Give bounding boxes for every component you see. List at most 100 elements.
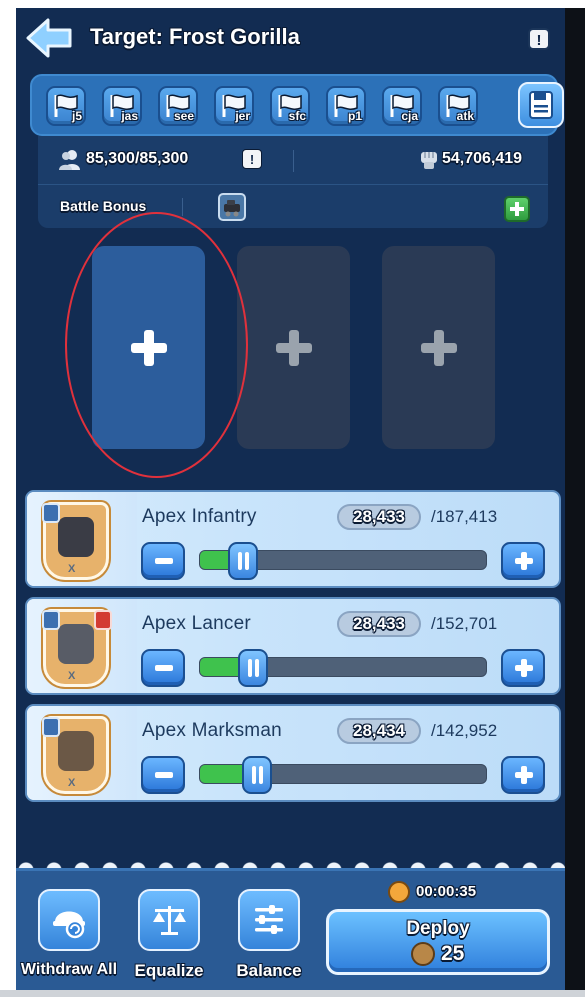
lancer-portrait: X [42,609,112,687]
balance-label: Balance [236,961,302,980]
plus-icon [276,330,312,366]
game-screen: Target: Frost Gorilla ! j5 jas see jer s… [16,8,565,990]
formation-label: see [173,109,194,123]
timer-icon [388,881,410,903]
troop-card-marksman: X Apex Marksman 28,434 /142,952 [25,704,561,802]
formation-label: jas [121,109,138,123]
deploy-label: Deploy [406,918,470,939]
shield-icon [42,503,60,523]
troop-max: /142,952 [431,721,498,740]
soldiers-icon [59,150,80,170]
troop-max: /152,701 [431,614,498,633]
march-timer: 00:00:35 [416,883,477,900]
balance-button[interactable] [238,889,300,951]
divider [38,184,548,185]
window-edge [0,990,585,997]
stamina-icon [411,942,435,966]
equalize-label: Equalize [134,961,204,980]
formation-label: sfc [288,109,306,123]
decrease-button[interactable] [141,756,185,794]
marksman-portrait: X [42,716,109,794]
plus-icon [515,766,533,784]
increase-button[interactable] [501,756,545,794]
formation-button-jer[interactable]: jer [214,86,254,126]
decrease-button[interactable] [141,649,185,687]
troop-capacity-value: 85,300/85,300 [86,150,189,167]
formation-button-cja[interactable]: cja [382,86,422,126]
portrait-mark: X [68,670,76,682]
formation-button-p1[interactable]: p1 [326,86,366,126]
save-icon [529,91,553,119]
formation-label: jer [235,109,250,123]
increase-button[interactable] [501,542,545,580]
rank-badge-icon [94,610,112,630]
troop-slider[interactable] [199,756,487,794]
troop-name: Apex Lancer [142,613,251,634]
minus-icon [155,772,173,778]
formation-button-see[interactable]: see [158,86,198,126]
troop-name: Apex Infantry [142,506,257,527]
rank-badge-icon [42,610,60,630]
troop-name: Apex Marksman [142,720,282,741]
deploy-button[interactable]: Deploy 25 [326,909,550,975]
power-value: 54,706,419 [442,150,523,167]
battle-bonus-item-icon[interactable] [218,193,246,221]
goggles-icon [58,731,94,771]
minus-icon [155,665,173,671]
formation-button-j5[interactable]: j5 [46,86,86,126]
hero-slot-2[interactable] [237,246,350,449]
troop-slider[interactable] [199,542,487,580]
increase-button[interactable] [501,649,545,687]
add-bonus-button[interactable] [504,196,530,222]
knight-helmet-icon [58,517,94,557]
formation-button-sfc[interactable]: sfc [270,86,310,126]
bottom-action-bar: Withdraw All Equalize Balance 00:00:35 D… [16,868,565,990]
troop-capacity: 85,300/85,300 ! [58,148,262,172]
formation-button-atk[interactable]: atk [438,86,478,126]
battle-bonus-label: Battle Bonus [60,198,147,214]
portrait-mark: X [68,777,76,789]
plus-icon [131,330,167,366]
helmet-withdraw-icon [53,911,85,939]
troop-max: /187,413 [431,507,498,526]
slider-handle[interactable] [242,756,272,794]
formation-label: j5 [71,109,82,123]
portrait-mark: X [68,563,76,575]
slider-handle[interactable] [238,649,268,687]
slider-handle[interactable] [228,542,258,580]
troop-card-lancer: X Apex Lancer 28,433 /152,701 [25,597,561,695]
plus-icon [421,330,457,366]
divider [293,150,294,172]
troop-count-input[interactable]: 28,434 [337,718,421,744]
back-arrow-icon[interactable] [24,16,74,60]
stats-panel: 85,300/85,300 ! 54,706,419 Battle Bonus [38,136,548,228]
fist-icon [421,152,437,169]
page-title: Target: Frost Gorilla [90,24,300,49]
info-icon[interactable]: ! [528,28,550,50]
power-stat: 54,706,419 [418,148,522,172]
formation-button-jas[interactable]: jas [102,86,142,126]
troop-slider[interactable] [199,649,487,687]
exclamation-icon[interactable]: ! [242,149,262,169]
save-formation-button[interactable] [518,82,564,128]
hero-slot-3[interactable] [382,246,495,449]
deploy-cost: 25 [441,942,465,965]
troop-count-input[interactable]: 28,433 [337,504,421,530]
formation-bar: j5 jas see jer sfc p1 cja atk [30,74,564,136]
plus-icon [510,202,524,216]
equalize-button[interactable] [138,889,200,951]
troop-count-input[interactable]: 28,433 [337,611,421,637]
hero-slot-1[interactable] [92,246,205,449]
withdraw-all-button[interactable] [38,889,100,951]
withdraw-all-label: Withdraw All [20,961,118,978]
helmet-icon [58,624,94,664]
minus-icon [155,558,173,564]
sliders-icon [255,905,283,934]
formation-label: p1 [347,109,362,123]
scales-icon [153,906,186,935]
plus-icon [515,552,533,570]
rank-badge-icon [42,717,60,737]
infantry-portrait: X [42,502,109,580]
formation-label: atk [456,109,474,123]
decrease-button[interactable] [141,542,185,580]
